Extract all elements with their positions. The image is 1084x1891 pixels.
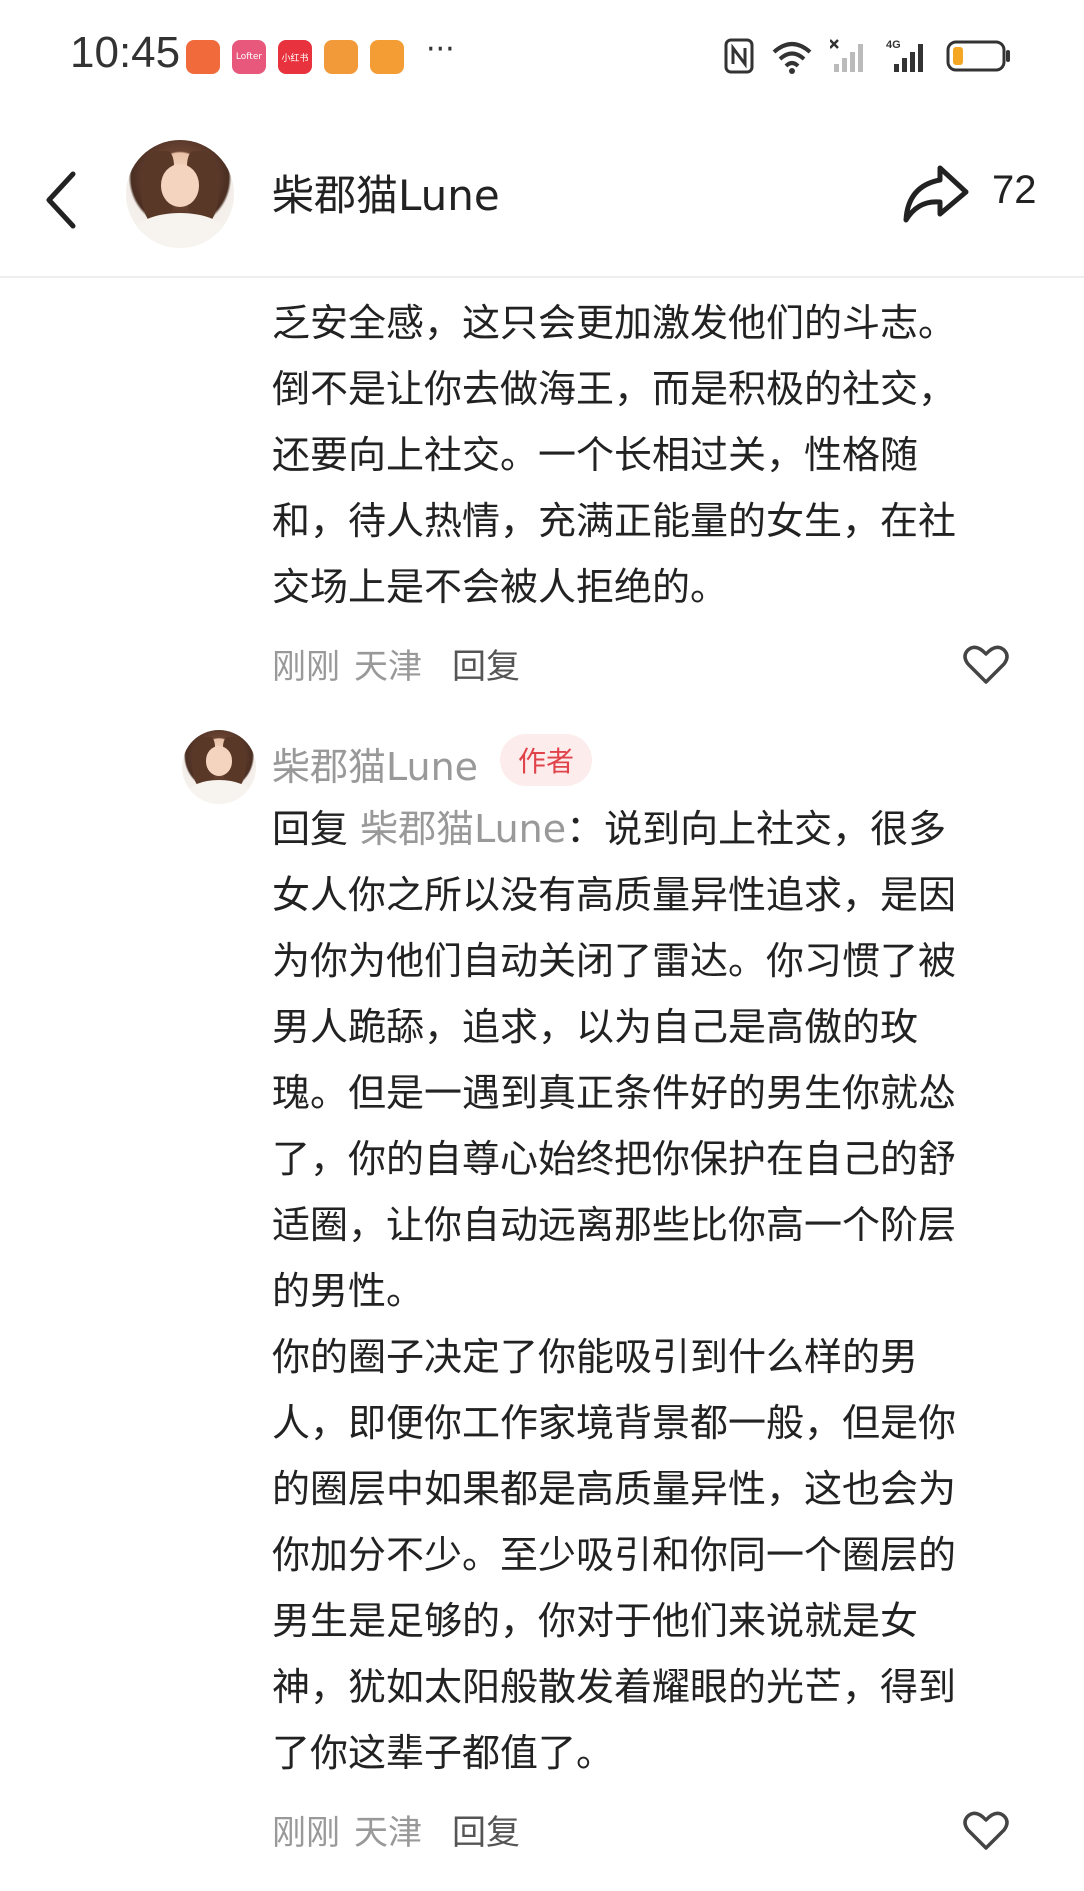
share-button[interactable] xyxy=(900,158,972,230)
comment-location: 天津 xyxy=(354,646,422,687)
system-status-icons: 4G xyxy=(724,38,1012,74)
share-icon xyxy=(903,165,969,223)
more-notifications-icon: ··· xyxy=(426,32,455,67)
app-icon-1 xyxy=(186,40,220,74)
status-bar: 10:45 Lofter 小红书 ··· 4G xyxy=(0,0,1084,110)
heart-icon xyxy=(963,1811,1009,1850)
app-icon-5 xyxy=(370,40,404,74)
signal-4g-icon: 4G xyxy=(886,38,930,74)
reply-time: 刚刚 xyxy=(272,1812,340,1853)
author-badge: 作者 xyxy=(500,734,593,786)
header-divider xyxy=(0,276,1084,278)
reply-text: 回复 柴郡猫Lune：说到向上社交，很多 女人你之所以没有高质量异性追求，是因 … xyxy=(272,796,1042,1786)
share-count: 72 xyxy=(992,168,1037,212)
author-avatar[interactable] xyxy=(126,140,234,248)
reply-prefix: 回复 xyxy=(272,807,361,851)
chevron-left-icon xyxy=(46,171,76,229)
notification-app-icons: Lofter 小红书 xyxy=(186,40,404,74)
wifi-icon xyxy=(770,38,814,74)
post-header: 柴郡猫Lune 72 xyxy=(0,130,1084,276)
reply-meta: 刚刚 天津 回复 xyxy=(272,1804,520,1854)
comment-meta: 刚刚 天津 回复 xyxy=(272,638,520,688)
back-button[interactable] xyxy=(36,160,86,240)
reply-reply-button[interactable]: 回复 xyxy=(452,1805,520,1854)
svg-text:4G: 4G xyxy=(886,39,901,51)
heart-icon xyxy=(963,645,1009,684)
app-icon-2: Lofter xyxy=(232,40,266,74)
comment-time: 刚刚 xyxy=(272,646,340,687)
reply-target-name[interactable]: 柴郡猫Lune xyxy=(360,807,566,851)
nfc-icon xyxy=(724,38,754,74)
author-name[interactable]: 柴郡猫Lune xyxy=(272,162,500,223)
app-icon-4 xyxy=(324,40,358,74)
reply-button[interactable]: 回复 xyxy=(452,639,520,688)
reply-author-name[interactable]: 柴郡猫Lune xyxy=(272,736,478,791)
status-time: 10:45 xyxy=(70,28,181,77)
battery-icon xyxy=(946,38,1012,74)
comment-text: 乏安全感，这只会更加激发他们的斗志。 倒不是让你去做海王，而是积极的社交， 还要… xyxy=(272,301,957,609)
reply-avatar[interactable] xyxy=(182,730,256,804)
app-icon-3: 小红书 xyxy=(278,40,312,74)
reply-like-button[interactable] xyxy=(962,1806,1010,1854)
like-button[interactable] xyxy=(962,640,1010,688)
reply-body: ：说到向上社交，很多 女人你之所以没有高质量异性追求，是因 为你为他们自动关闭了… xyxy=(272,807,957,1775)
reply-location: 天津 xyxy=(354,1812,422,1853)
signal-sim1-icon xyxy=(830,38,870,74)
